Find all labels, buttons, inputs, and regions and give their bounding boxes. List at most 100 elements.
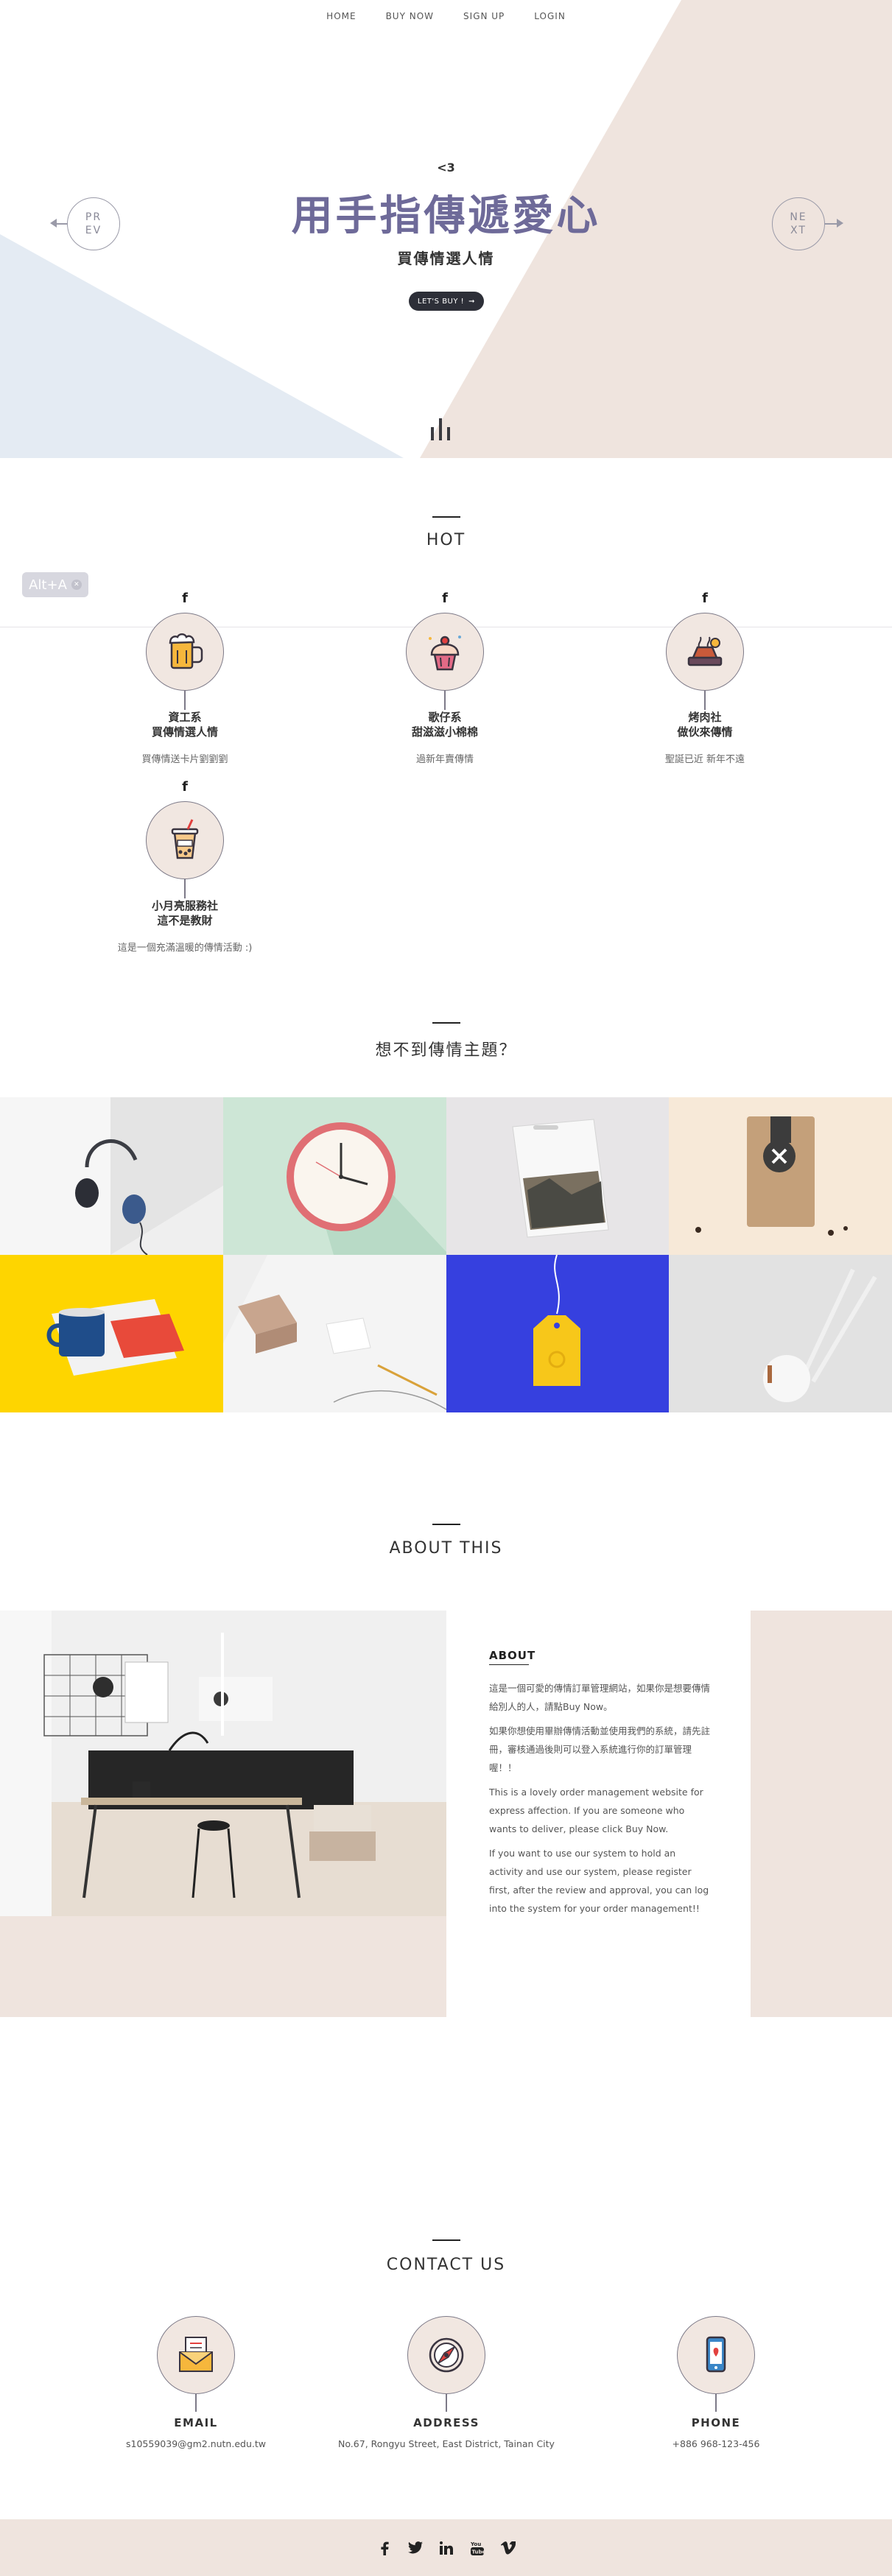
- hot-item-name-line2: 買傳情選人情: [151, 725, 218, 739]
- svg-text:Tube: Tube: [471, 2549, 484, 2555]
- theme-mug-and-cards[interactable]: [0, 1255, 223, 1412]
- theme-tag[interactable]: [446, 1255, 670, 1412]
- prev-label-line1: PR: [85, 211, 102, 223]
- arrow-right-icon: ➞: [468, 297, 476, 306]
- arrow-right-icon: [837, 219, 843, 228]
- hot-item-name-line2: 做伙來傳情: [677, 725, 733, 739]
- next-button[interactable]: NE XT: [772, 197, 825, 250]
- lets-buy-button[interactable]: LET'S BUY ! ➞: [409, 292, 484, 311]
- slider-dot-2[interactable]: [439, 418, 442, 440]
- next-label-line2: XT: [790, 225, 807, 236]
- hot-item-stem: [184, 879, 186, 898]
- about-paragraph-2: 如果你想使用畢辦傳情活動並使用我們的系統，請先註冊，審核通過後則可以登入系統進行…: [489, 1725, 711, 1773]
- hero-subtitle: 買傳情選人情: [397, 250, 495, 267]
- about-paragraph-4: If you want to use our system to hold an…: [489, 1848, 709, 1914]
- contact-email-value[interactable]: s10559039@gm2.nutn.edu.tw: [67, 2438, 325, 2449]
- phone-icon: [706, 2336, 726, 2373]
- hot-item[interactable]: f 資工系 買傳情選人情 買傳情送卡片劉劉劉: [67, 591, 303, 765]
- bubble-tea-icon: [171, 819, 199, 859]
- prev-label-line2: EV: [85, 225, 102, 236]
- hot-item-desc: 聖誕已近 新年不遠: [664, 754, 745, 765]
- contact-phone: PHONE +886 968-123-456: [587, 2316, 845, 2449]
- themes-title: 想不到傳情主題？: [375, 1041, 517, 1060]
- contact-phone-label: PHONE: [691, 2416, 741, 2429]
- nav-login[interactable]: LOGIN: [534, 11, 566, 21]
- about-divider: [432, 1524, 460, 1525]
- contact-icon-circle: [677, 2316, 755, 2394]
- contact-stem: [715, 2394, 717, 2412]
- facebook-icon[interactable]: [377, 2541, 392, 2555]
- next-label-line1: NE: [790, 211, 807, 223]
- lets-buy-label: LET'S BUY !: [417, 297, 465, 306]
- hot-item-name-line1: 小月亮服務社: [151, 899, 218, 912]
- nav-home[interactable]: HOME: [326, 11, 356, 21]
- hot-item-icon-circle: [666, 613, 744, 691]
- themes-grid: [0, 1097, 892, 1412]
- hot-item[interactable]: f 歌仔系 甜滋滋小棉棉 過新年賣傳情: [327, 591, 563, 765]
- hot-item[interactable]: f 烤肉社 做伙來傳情 聖誕已近 新年不遠: [587, 591, 823, 765]
- hot-divider: [432, 516, 460, 518]
- themes-divider: [432, 1022, 460, 1024]
- twitter-icon[interactable]: [407, 2541, 423, 2555]
- cupcake-icon: [429, 636, 461, 671]
- about-heading-underline: [489, 1664, 529, 1665]
- vimeo-icon[interactable]: [500, 2541, 516, 2555]
- alt-a-label: Alt+A: [29, 577, 67, 593]
- hot-item-desc: 這是一個充滿溫暖的傳情活動 :): [117, 943, 253, 954]
- contact-phone-value[interactable]: +886 968-123-456: [587, 2438, 845, 2449]
- svg-text:You: You: [471, 2541, 481, 2547]
- photo-book-image: [511, 1119, 609, 1238]
- slider-dot-1[interactable]: [431, 427, 434, 440]
- hot-item-name-line1: 歌仔系: [428, 711, 462, 724]
- contact-title: CONTACT US: [386, 2256, 506, 2274]
- envelope-icon: [179, 2337, 213, 2372]
- about-workspace-photo: [0, 1611, 446, 1916]
- theme-stationery[interactable]: [222, 1255, 446, 1412]
- footer-social-bar: You Tube: [0, 2519, 892, 2576]
- close-icon[interactable]: ✕: [71, 580, 82, 590]
- hot-item-stem: [444, 691, 446, 710]
- headphones-image: [0, 1097, 223, 1255]
- wall-clock-image: [286, 1122, 446, 1255]
- prev-button[interactable]: PR EV: [67, 197, 120, 250]
- hot-item-stem: [184, 691, 186, 710]
- hot-item-desc: 過新年賣傳情: [415, 754, 474, 765]
- about-paragraph-1: 這是一個可愛的傳情訂單管理網站，如果你是想要傳情給別人的人，請點Buy Now。: [489, 1683, 711, 1712]
- theme-coffee-bag[interactable]: [669, 1097, 892, 1255]
- theme-wall-clock[interactable]: [222, 1097, 446, 1255]
- facebook-icon[interactable]: f: [67, 591, 303, 607]
- about-title: ABOUT THIS: [389, 1539, 503, 1558]
- arrow-left-icon: [50, 219, 57, 228]
- hot-item-icon-circle: [406, 613, 484, 691]
- hot-item-name-line1: 資工系: [168, 711, 202, 724]
- nav-sign-up[interactable]: SIGN UP: [463, 11, 505, 21]
- about-paragraph-3: This is a lovely order management websit…: [489, 1787, 703, 1834]
- stationery-image: [222, 1255, 446, 1412]
- facebook-icon[interactable]: f: [587, 591, 823, 607]
- mug-and-cards-image: [46, 1299, 184, 1376]
- about-heading: ABOUT: [489, 1649, 536, 1662]
- contact-divider: [432, 2239, 460, 2241]
- contact-stem: [446, 2394, 447, 2412]
- contact-address-label: ADDRESS: [413, 2416, 480, 2429]
- slider-indicator[interactable]: [431, 418, 450, 440]
- hot-item-name-line2: 這不是教財: [157, 914, 213, 927]
- slider-dot-3[interactable]: [447, 427, 450, 440]
- linkedin-icon[interactable]: [439, 2541, 454, 2555]
- hot-item[interactable]: f 小月亮服務社 這不是教財 這是一個充滿溫暖的傳情活動 :): [67, 779, 303, 954]
- theme-photo-book[interactable]: [446, 1097, 670, 1255]
- nav-buy-now[interactable]: BUY NOW: [386, 11, 434, 21]
- facebook-icon[interactable]: f: [327, 591, 563, 607]
- hot-item-name-line1: 烤肉社: [688, 711, 722, 724]
- workspace-image: [0, 1611, 446, 1916]
- hot-item-desc: 買傳情送卡片劉劉劉: [141, 754, 228, 765]
- contact-address-value: No.67, Rongyu Street, East District, Tai…: [338, 2438, 555, 2449]
- contact-icon-circle: [407, 2316, 485, 2394]
- youtube-icon[interactable]: You Tube: [470, 2541, 485, 2555]
- theme-lamp[interactable]: [669, 1255, 892, 1412]
- theme-headphones[interactable]: [0, 1097, 223, 1255]
- facebook-icon[interactable]: f: [67, 779, 303, 795]
- top-nav: HOME BUY NOW SIGN UP LOGIN: [0, 0, 892, 32]
- coffee-bag-image: [695, 1116, 849, 1236]
- hot-item-name-line2: 甜滋滋小棉棉: [411, 725, 478, 739]
